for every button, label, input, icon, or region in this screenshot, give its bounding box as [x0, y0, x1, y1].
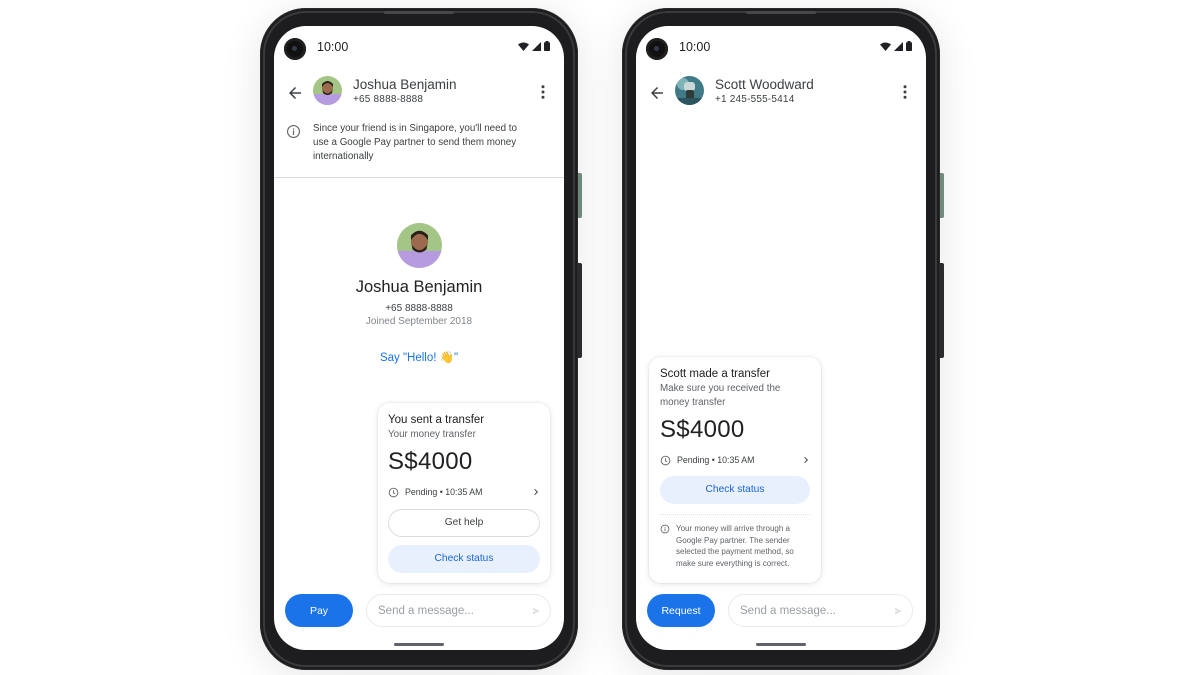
status-icons: [880, 41, 912, 51]
home-indicator[interactable]: [756, 643, 806, 646]
power-button: [578, 173, 582, 218]
profile-name: Joshua Benjamin: [355, 278, 483, 296]
more-vert-icon[interactable]: [534, 83, 552, 101]
transfer-status-row[interactable]: Pending • 10:35 AM: [660, 453, 810, 467]
chevron-right-icon: [534, 488, 539, 496]
get-help-button[interactable]: Get help: [388, 509, 540, 537]
info-banner: Since your friend is in Singapore, you'l…: [274, 122, 564, 178]
info-banner-text: Since your friend is in Singapore, you'l…: [313, 123, 517, 163]
home-indicator[interactable]: [394, 643, 444, 646]
message-input[interactable]: [729, 595, 894, 626]
info-icon: [660, 524, 670, 534]
transfer-status: Pending • 10:35 AM: [677, 455, 755, 465]
contact-name: Joshua Benjamin: [353, 77, 457, 92]
message-input[interactable]: [367, 595, 532, 626]
check-status-button[interactable]: Check status: [388, 545, 540, 573]
more-vert-icon[interactable]: [896, 83, 914, 101]
speaker-slot: [746, 11, 816, 14]
card-note-text: Your money will arrive through a Google …: [676, 524, 794, 568]
app-bar: Scott Woodward +1 245-555-5414: [636, 73, 926, 113]
card-title: You sent a transfer: [388, 414, 485, 426]
screen: 10:00 Scott Woodward +1 245-555-5414 Sco…: [636, 26, 926, 650]
avatar-photo-icon: [396, 223, 442, 268]
contact-phone: +65 8888-8888: [353, 94, 424, 105]
card-title: Scott made a transfer: [660, 368, 770, 380]
info-icon: [287, 125, 300, 138]
front-camera: [646, 38, 668, 60]
check-status-button[interactable]: Check status: [660, 476, 810, 504]
contact-profile: Joshua Benjamin +65 8888-8888 Joined Sep…: [274, 223, 564, 366]
phone-left: 10:00 Joshua Benjamin +65 8888-8888 Sinc…: [260, 8, 582, 670]
avatar[interactable]: [675, 76, 704, 105]
phone-right: 10:00 Scott Woodward +1 245-555-5414 Sco…: [622, 8, 944, 670]
send-icon[interactable]: [894, 603, 903, 619]
profile-phone: +65 8888-8888: [385, 303, 453, 314]
app-bar: Joshua Benjamin +65 8888-8888: [274, 73, 564, 113]
speaker-slot: [384, 11, 454, 14]
clock-icon: [660, 455, 671, 465]
volume-rocker: [940, 263, 944, 358]
transfer-card: Scott made a transfer Make sure you rece…: [649, 357, 821, 583]
power-button: [940, 173, 944, 218]
arrow-back-icon[interactable]: [648, 84, 666, 102]
signal-icon: [532, 41, 541, 51]
signal-icon: [894, 41, 903, 51]
chevron-right-icon: [804, 456, 809, 464]
transfer-status-row[interactable]: Pending • 10:35 AM: [388, 485, 540, 499]
pay-button[interactable]: Pay: [285, 594, 353, 627]
wifi-icon: [518, 42, 529, 51]
avatar-photo-icon: [313, 76, 342, 105]
avatar[interactable]: [313, 76, 342, 105]
status-bar: 10:00: [636, 26, 926, 68]
transfer-amount: S$4000: [388, 448, 473, 475]
volume-rocker: [578, 263, 582, 358]
battery-icon: [544, 41, 550, 51]
status-time: 10:00: [317, 40, 349, 54]
bottom-bar: Request: [636, 594, 926, 628]
bottom-bar: Pay: [274, 594, 564, 628]
transfer-card: You sent a transfer Your money transfer …: [378, 403, 550, 583]
card-divider: [660, 514, 810, 515]
avatar-large: [396, 223, 442, 268]
avatar-photo-icon: [675, 76, 704, 105]
card-subtitle: Make sure you received the money transfe…: [660, 383, 781, 408]
transfer-amount: S$4000: [660, 416, 745, 443]
status-bar: 10:00: [274, 26, 564, 68]
clock-icon: [388, 487, 399, 497]
arrow-back-icon[interactable]: [286, 84, 304, 102]
message-input-container: [366, 594, 551, 627]
contact-name: Scott Woodward: [715, 77, 814, 92]
card-subtitle: Your money transfer: [388, 429, 476, 440]
message-input-container: [728, 594, 913, 627]
send-icon[interactable]: [532, 603, 541, 619]
status-icons: [518, 41, 550, 51]
wifi-icon: [880, 42, 891, 51]
transfer-status: Pending • 10:35 AM: [405, 487, 483, 497]
status-time: 10:00: [679, 40, 711, 54]
card-note: Your money will arrive through a Google …: [660, 523, 810, 569]
profile-joined-date: Joined September 2018: [365, 316, 473, 327]
battery-icon: [906, 41, 912, 51]
front-camera: [284, 38, 306, 60]
say-hello-link[interactable]: Say "Hello! 👋": [380, 350, 458, 364]
contact-phone: +1 245-555-5414: [715, 94, 795, 105]
request-button[interactable]: Request: [647, 594, 715, 627]
screen: 10:00 Joshua Benjamin +65 8888-8888 Sinc…: [274, 26, 564, 650]
